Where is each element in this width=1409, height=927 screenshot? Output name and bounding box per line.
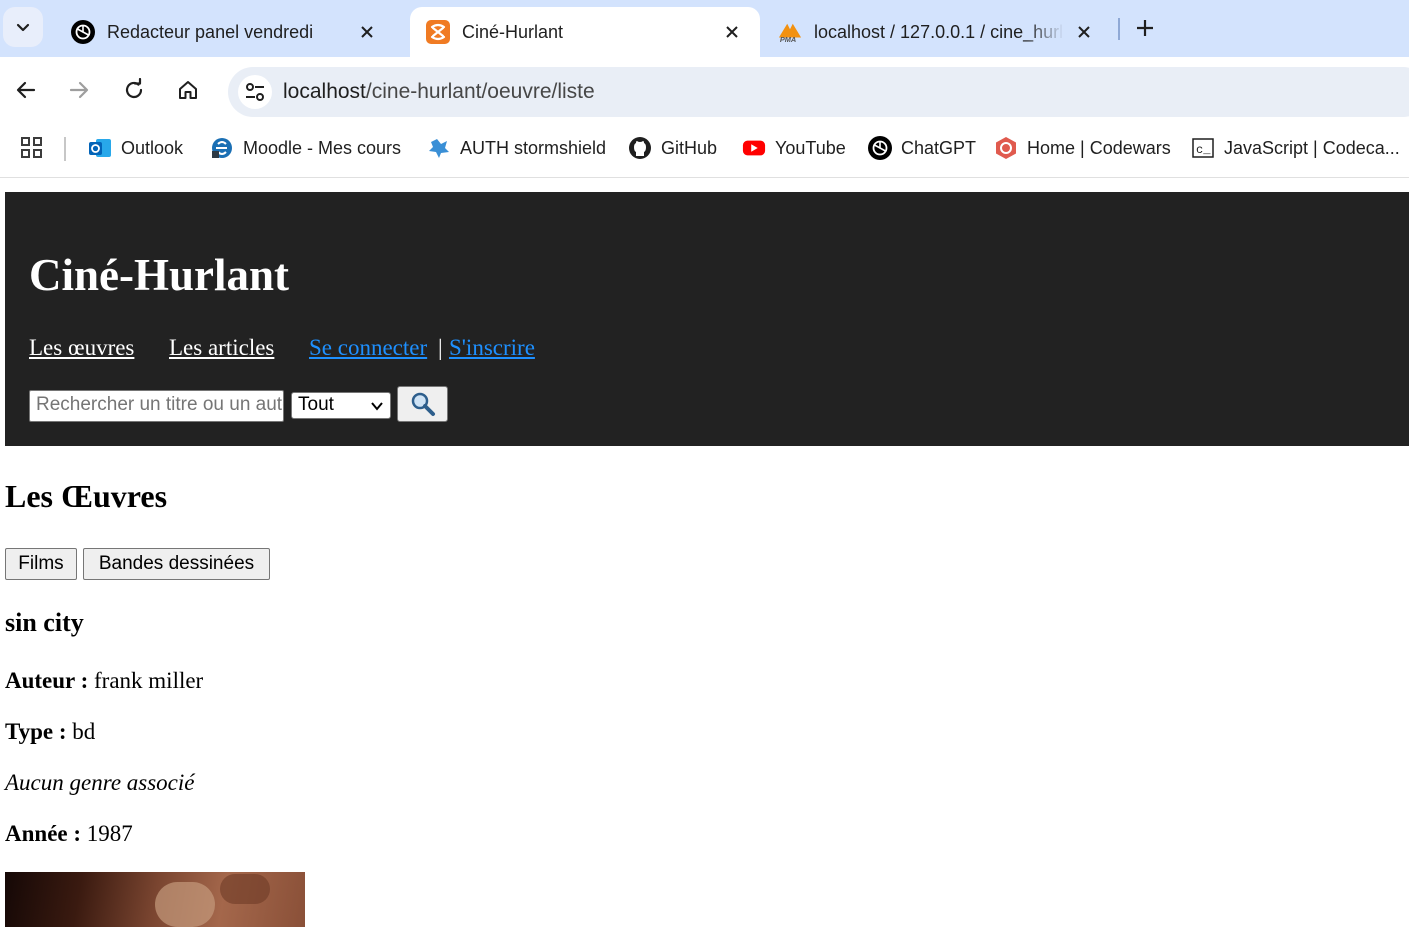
bookmark-label: Outlook	[121, 137, 184, 158]
outlook-icon	[88, 136, 112, 160]
url-host: localhost	[283, 80, 366, 103]
chevron-down-icon	[371, 402, 383, 411]
arrow-right-icon	[69, 81, 89, 99]
author-value: frank miller	[94, 668, 204, 693]
bookmark-label: Moodle - Mes cours	[243, 137, 402, 158]
bookmark-codewars[interactable]: Home | Codewars	[994, 135, 1171, 161]
tab-title: Ciné-Hurlant	[462, 21, 564, 42]
bookmark-label: GitHub	[661, 137, 718, 158]
author-label: Auteur :	[5, 668, 89, 693]
new-tab-button[interactable]	[1131, 14, 1159, 42]
magnifier-icon	[411, 392, 435, 416]
back-button[interactable]	[10, 74, 42, 106]
codecademy-icon: c_	[1191, 136, 1215, 160]
bookmark-label: AUTH stormshield	[460, 137, 607, 158]
site-title: Ciné-Hurlant	[29, 250, 290, 300]
register-link[interactable]: S'inscrire	[449, 335, 535, 361]
work-author: Auteur : frank miller	[5, 668, 203, 694]
chatgpt-icon	[868, 136, 892, 160]
apps-grid-icon[interactable]	[20, 136, 44, 160]
filter-films-button[interactable]: Films	[5, 548, 77, 580]
bookmark-label: JavaScript | Codeca...	[1224, 137, 1400, 158]
home-button[interactable]	[172, 74, 204, 106]
tab-strip: Redacteur panel vendredi Ciné-Hurlant PM…	[0, 0, 1409, 57]
bookmark-label: ChatGPT	[901, 137, 977, 158]
nav-link-oeuvres[interactable]: Les œuvres	[29, 335, 134, 361]
browser-toolbar: localhost/cine-hurlant/oeuvre/liste	[0, 57, 1409, 122]
home-icon	[179, 81, 197, 99]
search-placeholder: Rechercher un titre ou un auteur	[36, 394, 284, 415]
tab-search-button[interactable]	[3, 7, 43, 47]
nav-link-articles[interactable]: Les articles	[169, 335, 274, 361]
tab-title: Redacteur panel vendredi	[107, 21, 314, 42]
tab-redacteur[interactable]: Redacteur panel vendredi	[55, 7, 395, 57]
bookmark-youtube[interactable]: YouTube	[742, 135, 846, 161]
site-info-button[interactable]	[238, 75, 272, 109]
codewars-icon	[994, 136, 1018, 160]
moodle-icon	[210, 136, 234, 160]
page-title: Les Œuvres	[5, 478, 168, 514]
work-year: Année : 1987	[5, 821, 133, 847]
search-input[interactable]: Rechercher un titre ou un auteur	[29, 390, 284, 422]
bookmark-label: Home | Codewars	[1027, 137, 1171, 158]
svg-text:c_: c_	[1196, 143, 1211, 157]
year-value: 1987	[86, 821, 133, 846]
filter-bd-button[interactable]: Bandes dessinées	[83, 548, 270, 580]
tune-icon	[246, 83, 264, 101]
tab-separator	[1118, 18, 1120, 40]
reload-button[interactable]	[118, 74, 150, 106]
forward-button[interactable]	[63, 74, 95, 106]
work-title: sin city	[5, 608, 84, 637]
phpmyadmin-icon: PMA	[778, 20, 802, 44]
tab-phpmyadmin[interactable]: PMA localhost / 127.0.0.1 / cine_hurlant	[762, 7, 1112, 57]
xampp-icon	[426, 20, 450, 44]
bookmarks-bar: Outlook Moodle - Mes cours AUTH stormshi…	[0, 122, 1409, 178]
stormshield-icon	[427, 136, 451, 160]
type-select-value: Tout	[298, 394, 334, 415]
tab-title: localhost / 127.0.0.1 / cine_hurlant	[814, 21, 1064, 42]
bookmark-outlook[interactable]: Outlook	[88, 135, 183, 161]
tab-cine-hurlant[interactable]: Ciné-Hurlant	[410, 7, 760, 57]
bookmark-github[interactable]: GitHub	[628, 135, 717, 161]
year-label: Année :	[5, 821, 82, 846]
plus-icon	[1137, 20, 1153, 36]
close-icon[interactable]	[720, 20, 744, 44]
svg-text:PMA: PMA	[780, 35, 796, 44]
work-poster-image	[5, 872, 305, 927]
bookmark-chatgpt[interactable]: ChatGPT	[868, 135, 976, 161]
address-bar[interactable]: localhost/cine-hurlant/oeuvre/liste	[228, 67, 1409, 117]
url-path: /cine-hurlant/oeuvre/liste	[365, 80, 595, 103]
bookmark-moodle[interactable]: Moodle - Mes cours	[210, 135, 401, 161]
site-header: Ciné-Hurlant Les œuvres Les articles Se …	[5, 192, 1409, 446]
nav-separator: |	[438, 335, 443, 360]
type-value: bd	[72, 719, 96, 744]
close-icon[interactable]	[355, 20, 379, 44]
youtube-icon	[742, 136, 766, 160]
work-genre-note: Aucun genre associé	[5, 770, 195, 795]
chevron-down-icon	[16, 23, 30, 32]
close-icon[interactable]	[1072, 20, 1096, 44]
bookmark-stormshield[interactable]: AUTH stormshield	[427, 135, 606, 161]
type-select[interactable]: Tout	[291, 392, 391, 419]
bookmark-codecademy[interactable]: c_ JavaScript | Codeca...	[1191, 135, 1400, 161]
login-link[interactable]: Se connecter	[309, 335, 427, 361]
url-text[interactable]: localhost/cine-hurlant/oeuvre/liste	[283, 80, 595, 104]
work-type: Type : bd	[5, 719, 95, 745]
search-button[interactable]	[397, 386, 448, 422]
bookmark-label: YouTube	[775, 137, 846, 158]
type-label: Type :	[5, 719, 67, 744]
github-icon	[628, 136, 652, 160]
reload-icon	[125, 78, 143, 99]
chatgpt-icon	[71, 20, 95, 44]
bookmarks-separator	[64, 137, 66, 161]
arrow-left-icon	[16, 81, 36, 99]
